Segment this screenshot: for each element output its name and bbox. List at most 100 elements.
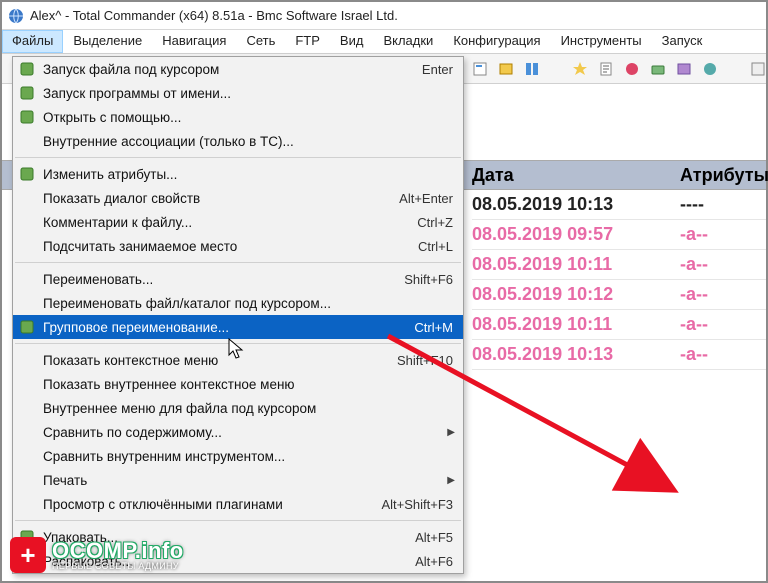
column-header-attr[interactable]: Атрибуты bbox=[680, 165, 760, 186]
cell-attr: -a-- bbox=[680, 344, 760, 365]
menu-ftp[interactable]: FTP bbox=[285, 30, 330, 53]
file-row[interactable]: 08.05.2019 10:11 -a-- bbox=[472, 250, 766, 280]
file-row[interactable]: 08.05.2019 10:11 -a-- bbox=[472, 310, 766, 340]
menu-item-shortcut: Alt+Enter bbox=[399, 191, 453, 206]
menu-item-label: Сравнить внутренним инструментом... bbox=[43, 449, 453, 464]
menu-item-label: Изменить атрибуты... bbox=[43, 167, 453, 182]
submenu-arrow-icon: ▶ bbox=[447, 475, 455, 486]
menu-item-shortcut: Alt+Shift+F3 bbox=[381, 497, 453, 512]
menu-tools[interactable]: Инструменты bbox=[551, 30, 652, 53]
menu-item-shortcut: Ctrl+M bbox=[414, 320, 453, 335]
menu-navigation[interactable]: Навигация bbox=[152, 30, 236, 53]
menu-run[interactable]: Запуск bbox=[652, 30, 713, 53]
watermark-brand: OCOMP.info bbox=[52, 540, 184, 562]
files-dropdown-menu[interactable]: Запуск файла под курсором Enter Запуск про… bbox=[12, 56, 464, 574]
menu-selection[interactable]: Выделение bbox=[63, 30, 152, 53]
toolbar-icon-2[interactable] bbox=[498, 61, 514, 77]
cell-attr: -a-- bbox=[680, 254, 760, 275]
menu-item-label: Подсчитать занимаемое место bbox=[43, 239, 406, 254]
cell-date: 08.05.2019 10:12 bbox=[472, 284, 680, 305]
menu-item-label: Переименовать файл/каталог под курсором.… bbox=[43, 296, 453, 311]
menubar[interactable]: Файлы Выделение Навигация Сеть FTP Вид В… bbox=[2, 30, 766, 54]
submenu-arrow-icon: ▶ bbox=[447, 427, 455, 438]
menu-view[interactable]: Вид bbox=[330, 30, 374, 53]
menu-item[interactable]: Изменить атрибуты... bbox=[13, 162, 463, 186]
file-row[interactable]: 08.05.2019 10:12 -a-- bbox=[472, 280, 766, 310]
run-icon bbox=[19, 61, 35, 77]
menu-files[interactable]: Файлы bbox=[2, 30, 63, 53]
cell-date: 08.05.2019 09:57 bbox=[472, 224, 680, 245]
menu-item[interactable]: Групповое переименование... Ctrl+M bbox=[13, 315, 463, 339]
menu-item-shortcut: Alt+F5 bbox=[415, 530, 453, 545]
titlebar: Alex^ - Total Commander (x64) 8.51a - Bm… bbox=[2, 2, 766, 30]
mouse-cursor-icon bbox=[228, 338, 246, 362]
file-row[interactable]: 08.05.2019 09:57 -a-- bbox=[472, 220, 766, 250]
menu-item-shortcut: Shift+F6 bbox=[404, 272, 453, 287]
toolbar-icon-10[interactable] bbox=[750, 61, 766, 77]
menu-net[interactable]: Сеть bbox=[236, 30, 285, 53]
menu-item-label: Показать внутреннее контекстное меню bbox=[43, 377, 453, 392]
menu-item[interactable]: Внутреннее меню для файла под курсором bbox=[13, 396, 463, 420]
open-with-icon bbox=[19, 109, 35, 125]
toolbar-icon-1[interactable] bbox=[472, 61, 488, 77]
file-row[interactable]: 08.05.2019 10:13 -a-- bbox=[472, 340, 766, 370]
attrib-icon bbox=[19, 166, 35, 182]
cell-date: 08.05.2019 10:11 bbox=[472, 314, 680, 335]
menu-item[interactable]: Запуск программы от имени... bbox=[13, 81, 463, 105]
menu-item[interactable]: Показать внутреннее контекстное меню bbox=[13, 372, 463, 396]
menu-separator bbox=[15, 520, 461, 521]
app-icon bbox=[8, 8, 24, 24]
toolbar-icon-6[interactable] bbox=[624, 61, 640, 77]
menu-item-shortcut: Enter bbox=[422, 62, 453, 77]
watermark: + OCOMP.info ПЕРВЫЕ СОВЕТЫ АДМИНУ bbox=[10, 537, 184, 573]
watermark-badge: + bbox=[10, 537, 46, 573]
menu-item[interactable]: Сравнить внутренним инструментом... bbox=[13, 444, 463, 468]
column-header-date[interactable]: Дата bbox=[472, 165, 680, 186]
toolbar-icon-7[interactable] bbox=[650, 61, 666, 77]
menu-item-label: Переименовать... bbox=[43, 272, 392, 287]
menu-item[interactable]: Печать▶ bbox=[13, 468, 463, 492]
watermark-tagline: ПЕРВЫЕ СОВЕТЫ АДМИНУ bbox=[52, 562, 184, 571]
menu-item[interactable]: Просмотр с отключёнными плагинами Alt+Shi… bbox=[13, 492, 463, 516]
run-as-icon bbox=[19, 85, 35, 101]
menu-tabs[interactable]: Вкладки bbox=[373, 30, 443, 53]
menu-item-label: Открыть с помощью... bbox=[43, 110, 453, 125]
menu-item-shortcut: Shift+F10 bbox=[397, 353, 453, 368]
menu-item[interactable]: Переименовать файл/каталог под курсором.… bbox=[13, 291, 463, 315]
menu-item-label: Просмотр с отключёнными плагинами bbox=[43, 497, 369, 512]
toolbar-icon-4[interactable] bbox=[572, 61, 588, 77]
menu-item[interactable]: Запуск файла под курсором Enter bbox=[13, 57, 463, 81]
menu-item[interactable]: Показать диалог свойств Alt+Enter bbox=[13, 186, 463, 210]
menu-item-shortcut: Ctrl+L bbox=[418, 239, 453, 254]
menu-item[interactable]: Открыть с помощью... bbox=[13, 105, 463, 129]
menu-item[interactable]: Подсчитать занимаемое место Ctrl+L bbox=[13, 234, 463, 258]
menu-item-label: Сравнить по содержимому... bbox=[43, 425, 453, 440]
menu-separator bbox=[15, 262, 461, 263]
toolbar-icon-8[interactable] bbox=[676, 61, 692, 77]
cell-attr: -a-- bbox=[680, 224, 760, 245]
cell-attr: -a-- bbox=[680, 284, 760, 305]
menu-item-shortcut: Ctrl+Z bbox=[417, 215, 453, 230]
menu-item[interactable]: Переименовать... Shift+F6 bbox=[13, 267, 463, 291]
menu-item[interactable]: Комментарии к файлу... Ctrl+Z bbox=[13, 210, 463, 234]
menu-item-label: Групповое переименование... bbox=[43, 320, 402, 335]
menu-item-label: Запуск программы от имени... bbox=[43, 86, 453, 101]
toolbar-icon-9[interactable] bbox=[702, 61, 718, 77]
menu-item-label: Показать диалог свойств bbox=[43, 191, 387, 206]
menu-item-label: Печать bbox=[43, 473, 453, 488]
menu-item-label: Внутреннее меню для файла под курсором bbox=[43, 401, 453, 416]
toolbar-icon-5[interactable] bbox=[598, 61, 614, 77]
multi-rename-icon bbox=[19, 319, 35, 335]
cell-date: 08.05.2019 10:13 bbox=[472, 194, 680, 215]
menu-item-shortcut: Alt+F6 bbox=[415, 554, 453, 569]
menu-separator bbox=[15, 157, 461, 158]
cell-date: 08.05.2019 10:13 bbox=[472, 344, 680, 365]
menu-item[interactable]: Сравнить по содержимому...▶ bbox=[13, 420, 463, 444]
menu-item-label: Комментарии к файлу... bbox=[43, 215, 405, 230]
toolbar-icon-3[interactable] bbox=[524, 61, 540, 77]
menu-item-label: Запуск файла под курсором bbox=[43, 62, 410, 77]
menu-config[interactable]: Конфигурация bbox=[443, 30, 550, 53]
file-row[interactable]: 08.05.2019 10:13 ---- bbox=[472, 190, 766, 220]
cell-attr: ---- bbox=[680, 194, 760, 215]
menu-item[interactable]: Внутренние ассоциации (только в TC)... bbox=[13, 129, 463, 153]
